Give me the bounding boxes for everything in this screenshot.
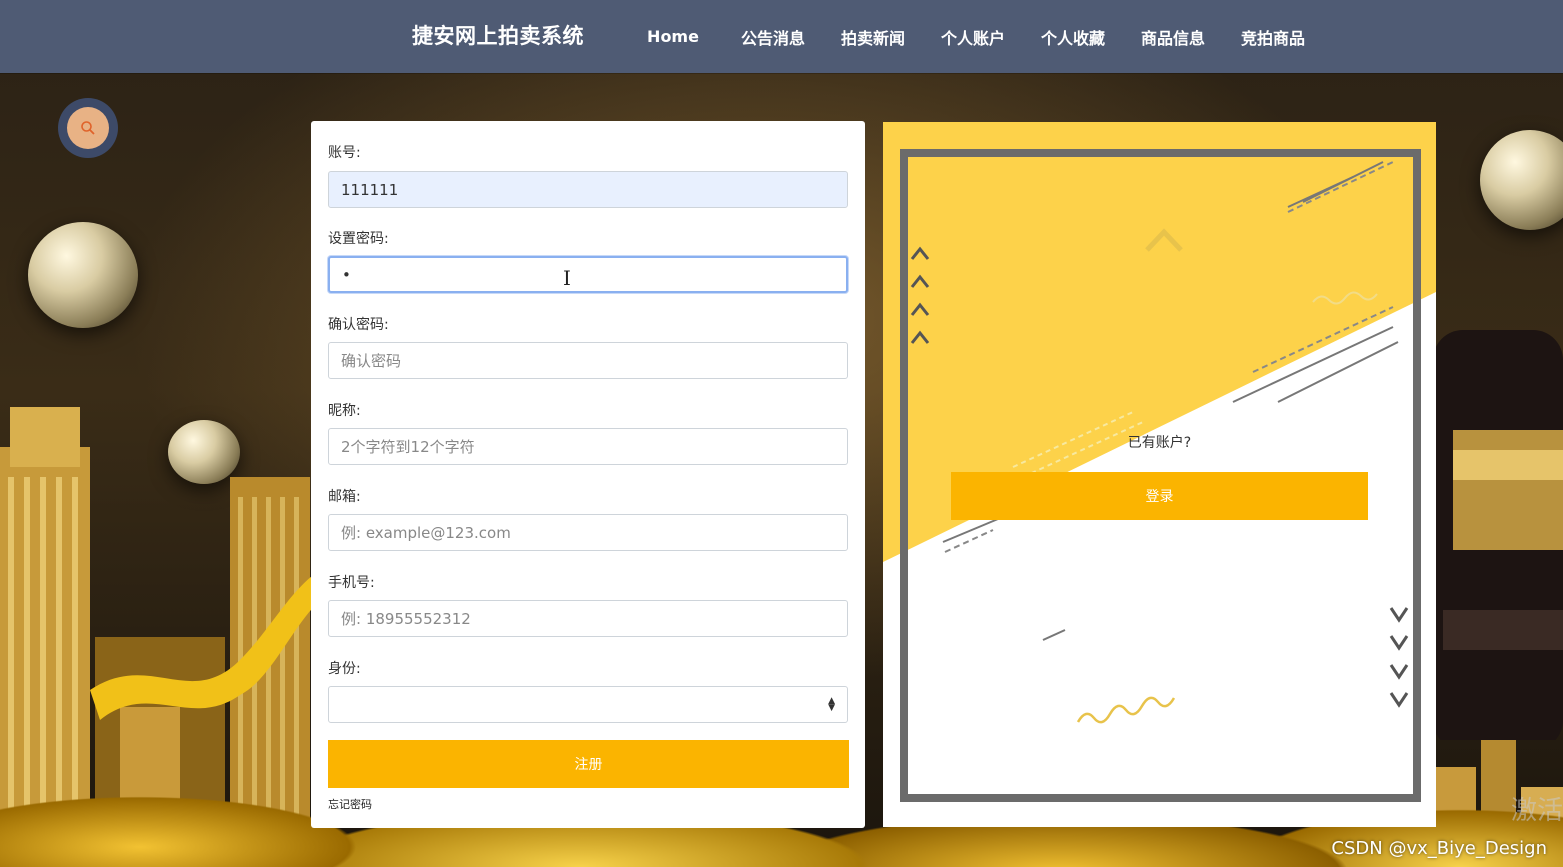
activate-windows-text: 激活: [1510, 796, 1563, 826]
gavel-image: [1433, 330, 1563, 740]
nickname-label: 昵称:: [328, 403, 361, 419]
email-input[interactable]: [328, 514, 848, 551]
csdn-watermark: CSDN @vx_Biye_Design: [1331, 838, 1547, 859]
search-button-face: [67, 107, 109, 149]
nav-favorites[interactable]: 个人收藏: [1023, 25, 1123, 49]
nav-announcements[interactable]: 公告消息: [723, 25, 823, 49]
gold-ribbon: [90, 570, 320, 720]
login-button[interactable]: 登录: [951, 472, 1368, 520]
top-navbar: 捷安网上拍卖系统 Home 公告消息 拍卖新闻 个人账户 个人收藏 商品信息 竞…: [0, 0, 1563, 73]
nav-product-info[interactable]: 商品信息: [1123, 25, 1223, 49]
nav-menu: Home 公告消息 拍卖新闻 个人账户 个人收藏 商品信息 竞拍商品: [623, 0, 1323, 73]
confirm-password-label: 确认密码:: [328, 317, 389, 333]
confirm-password-input[interactable]: [328, 342, 848, 379]
register-form-card: 账号: 设置密码: 确认密码: 昵称: 邮箱: 手机号: 身份: ▲▼ 注册 忘…: [311, 121, 865, 828]
account-input[interactable]: [328, 171, 848, 208]
nav-bidding-items[interactable]: 竞拍商品: [1223, 25, 1323, 49]
role-label: 身份:: [328, 661, 361, 677]
nav-auction-news[interactable]: 拍卖新闻: [823, 25, 923, 49]
nickname-input[interactable]: [328, 428, 848, 465]
phone-label: 手机号:: [328, 575, 375, 591]
decorative-sphere: [28, 222, 138, 328]
forgot-password-link[interactable]: 忘记密码: [328, 796, 372, 812]
select-updown-icon: ▲ ▼: [828, 696, 835, 713]
password-input[interactable]: [328, 256, 848, 293]
nav-personal-account[interactable]: 个人账户: [923, 25, 1023, 49]
login-prompt-panel: 已有账户? 登录: [883, 122, 1436, 827]
search-button[interactable]: [58, 98, 118, 158]
have-account-text: 已有账户?: [1127, 435, 1192, 451]
text-cursor-icon: I: [563, 266, 571, 290]
password-label: 设置密码:: [328, 231, 389, 247]
email-label: 邮箱:: [328, 489, 361, 505]
account-label: 账号:: [328, 145, 361, 161]
nav-home[interactable]: Home: [623, 27, 723, 46]
phone-input[interactable]: [328, 600, 848, 637]
role-select[interactable]: ▲ ▼: [328, 686, 848, 723]
site-brand[interactable]: 捷安网上拍卖系统: [412, 20, 584, 50]
decorative-sphere: [1480, 130, 1563, 230]
register-button[interactable]: 注册: [328, 740, 849, 788]
search-icon: [81, 121, 95, 135]
